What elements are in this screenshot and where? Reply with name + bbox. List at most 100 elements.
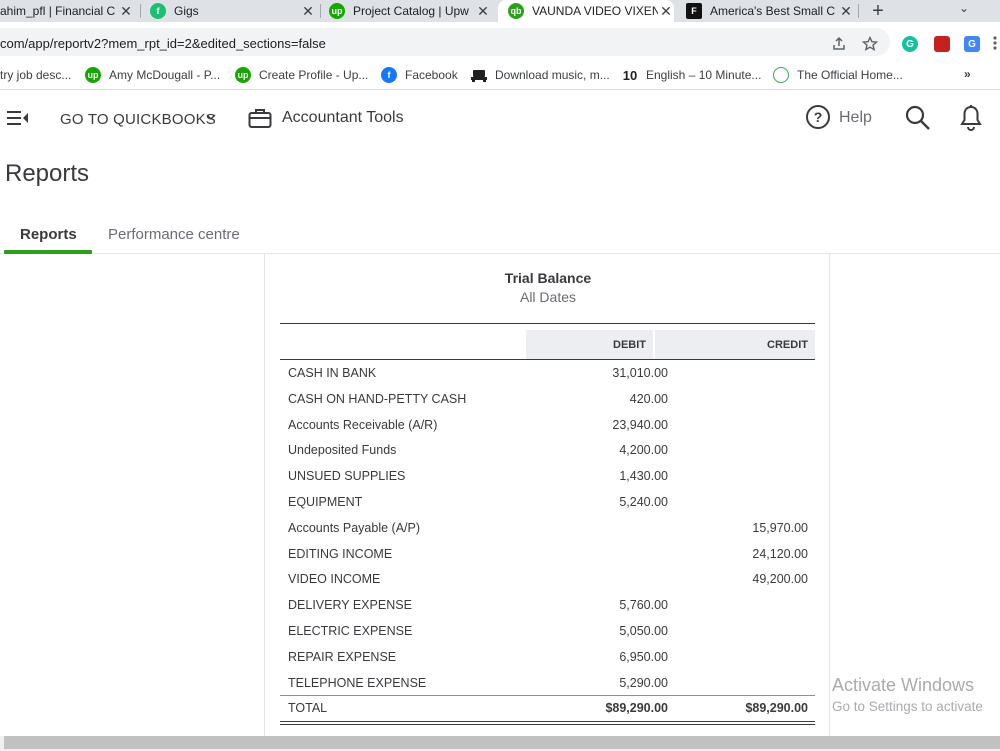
extensions-menu-icon[interactable] bbox=[986, 34, 1000, 52]
new-tab-button[interactable]: + bbox=[866, 0, 890, 22]
bookmark-job-desc[interactable]: try job desc... bbox=[0, 67, 71, 83]
bookmark-label: Download music, m... bbox=[495, 68, 610, 82]
browser-tab-project-catalog[interactable]: up Project Catalog | Upw ✕ bbox=[329, 0, 491, 22]
address-bar-row: com/app/reportv2?mem_rpt_id=2&edited_sec… bbox=[0, 22, 1000, 60]
debit-amount: 5,760.00 bbox=[619, 598, 668, 613]
table-row[interactable]: CASH IN BANK 31,010.00 bbox=[280, 360, 815, 386]
tab-title: VAUNDA VIDEO VIXEN bbox=[532, 4, 658, 18]
account-name[interactable]: CASH IN BANK bbox=[288, 366, 376, 380]
debit-amount: 4,200.00 bbox=[619, 443, 668, 458]
upwork-icon: up bbox=[85, 67, 101, 83]
bookmark-download-music[interactable]: Download music, m... bbox=[471, 67, 610, 83]
chevron-down-icon[interactable] bbox=[206, 109, 216, 125]
tab-divider bbox=[858, 4, 859, 18]
table-row[interactable]: DELIVERY EXPENSE 5,760.00 bbox=[280, 592, 815, 618]
tab-reports[interactable]: Reports bbox=[20, 226, 77, 243]
close-icon[interactable]: ✕ bbox=[475, 3, 491, 20]
account-name[interactable]: REPAIR EXPENSE bbox=[288, 650, 396, 664]
close-icon[interactable]: ✕ bbox=[300, 3, 316, 20]
table-row[interactable]: Accounts Receivable (A/R) 23,940.00 bbox=[280, 412, 815, 438]
close-icon[interactable]: ✕ bbox=[118, 3, 134, 20]
tab-search-icon[interactable]: ⌄ bbox=[955, 0, 973, 16]
table-row[interactable]: VIDEO INCOME 49,200.00 bbox=[280, 566, 815, 592]
tab-performance-centre[interactable]: Performance centre bbox=[108, 226, 240, 243]
briefcase-icon[interactable] bbox=[248, 107, 272, 129]
account-name[interactable]: ELECTRIC EXPENSE bbox=[288, 624, 412, 638]
debit-amount: 420.00 bbox=[629, 391, 668, 406]
table-row[interactable]: UNSUED SUPPLIES 1,430.00 bbox=[280, 463, 815, 489]
bookmark-label: English – 10 Minute... bbox=[646, 68, 762, 82]
forbes-icon: F bbox=[686, 3, 702, 19]
browser-tab-forbes[interactable]: F America's Best Small C ✕ bbox=[686, 0, 854, 22]
extension-red-icon[interactable] bbox=[934, 36, 950, 52]
quickbooks-icon: qb bbox=[508, 3, 524, 19]
google-translate-icon[interactable]: G bbox=[964, 36, 980, 52]
table-row[interactable]: Undeposited Funds 4,200.00 bbox=[280, 437, 815, 463]
account-name[interactable]: Accounts Receivable (A/R) bbox=[288, 418, 437, 432]
help-icon[interactable]: ? bbox=[806, 105, 830, 129]
account-name[interactable]: TELEPHONE EXPENSE bbox=[288, 676, 426, 690]
credit-amount: 15,970.00 bbox=[752, 520, 808, 535]
total-double-underline bbox=[280, 721, 815, 725]
account-name[interactable]: UNSUED SUPPLIES bbox=[288, 469, 405, 483]
share-icon[interactable] bbox=[830, 35, 848, 53]
bookmark-label: Amy McDougall - P... bbox=[109, 68, 221, 82]
help-button[interactable]: Help bbox=[839, 109, 872, 127]
browser-tab-vaunda[interactable]: qb VAUNDA VIDEO VIXEN ✕ bbox=[498, 0, 674, 22]
table-row[interactable]: TELEPHONE EXPENSE 5,290.00 bbox=[280, 670, 815, 696]
tab-divider bbox=[320, 4, 321, 18]
debit-amount: 23,940.00 bbox=[612, 417, 668, 432]
official-home-icon bbox=[773, 67, 789, 83]
hamburger-menu-icon[interactable] bbox=[7, 109, 29, 127]
table-row[interactable]: CASH ON HAND-PETTY CASH 420.00 bbox=[280, 386, 815, 412]
total-debit: $89,290.00 bbox=[605, 701, 668, 715]
account-name[interactable]: DELIVERY EXPENSE bbox=[288, 598, 412, 612]
table-row[interactable]: EQUIPMENT 5,240.00 bbox=[280, 489, 815, 515]
horizontal-scrollbar-thumb[interactable] bbox=[4, 736, 1000, 749]
bookmark-official-home[interactable]: The Official Home... bbox=[773, 67, 903, 83]
table-row[interactable]: ELECTRIC EXPENSE 5,050.00 bbox=[280, 618, 815, 644]
bookmark-amy-mcdougall[interactable]: up Amy McDougall - P... bbox=[85, 67, 220, 83]
bookmark-english-10-minute[interactable]: 10 English – 10 Minute... bbox=[622, 67, 761, 83]
column-header-debit[interactable]: DEBIT bbox=[526, 330, 653, 359]
column-header-credit[interactable]: CREDIT bbox=[655, 330, 815, 359]
bookmark-label: try job desc... bbox=[0, 68, 72, 82]
bookmark-facebook[interactable]: f Facebook bbox=[381, 67, 458, 83]
search-icon[interactable] bbox=[905, 105, 931, 131]
bookmark-star-icon[interactable] bbox=[861, 35, 879, 53]
bookmark-label: Facebook bbox=[405, 68, 458, 82]
reports-tab-bar: Reports Performance centre bbox=[0, 218, 1000, 254]
total-row: TOTAL $89,290.00 $89,290.00 bbox=[280, 696, 815, 720]
bookmark-create-profile[interactable]: up Create Profile - Up... bbox=[235, 67, 368, 83]
debit-amount: 5,240.00 bbox=[619, 495, 668, 509]
browser-tab-gigs[interactable]: f Gigs ✕ bbox=[150, 0, 316, 22]
account-name[interactable]: Undeposited Funds bbox=[288, 443, 396, 457]
account-name[interactable]: VIDEO INCOME bbox=[288, 572, 380, 586]
browser-tab-financial[interactable]: ahim_pfl | Financial C ✕ bbox=[0, 0, 134, 22]
debit-amount: 1,430.00 bbox=[619, 469, 668, 484]
accountant-tools-button[interactable]: Accountant Tools bbox=[282, 109, 404, 127]
report-divider bbox=[280, 323, 815, 324]
table-row[interactable]: EDITING INCOME 24,120.00 bbox=[280, 541, 815, 567]
total-label: TOTAL bbox=[288, 701, 328, 715]
activate-windows-hint: Go to Settings to activate bbox=[832, 699, 983, 714]
bookmarks-overflow-button[interactable]: » bbox=[964, 67, 971, 81]
account-name[interactable]: Accounts Payable (A/P) bbox=[288, 521, 420, 535]
table-row[interactable]: Accounts Payable (A/P) 15,970.00 bbox=[280, 515, 815, 541]
tab-title: ahim_pfl | Financial C bbox=[0, 4, 116, 18]
upwork-icon: up bbox=[235, 67, 251, 83]
grammarly-icon[interactable]: G bbox=[902, 36, 918, 52]
notification-bell-icon[interactable] bbox=[960, 104, 982, 132]
account-name[interactable]: EDITING INCOME bbox=[288, 547, 392, 561]
table-row[interactable]: REPAIR EXPENSE 6,950.00 bbox=[280, 644, 815, 670]
account-name[interactable]: CASH ON HAND-PETTY CASH bbox=[288, 392, 466, 406]
url-text[interactable]: com/app/reportv2?mem_rpt_id=2&edited_sec… bbox=[0, 36, 326, 51]
total-credit: $89,290.00 bbox=[745, 701, 808, 715]
bookmarks-bar: try job desc... up Amy McDougall - P... … bbox=[0, 60, 1000, 90]
credit-amount: 49,200.00 bbox=[752, 572, 808, 587]
account-name[interactable]: EQUIPMENT bbox=[288, 495, 362, 509]
close-icon[interactable]: ✕ bbox=[838, 3, 854, 20]
go-to-quickbooks-menu[interactable]: GO TO QUICKBOOKS bbox=[60, 111, 216, 128]
close-icon[interactable]: ✕ bbox=[658, 3, 674, 20]
ten-minute-icon: 10 bbox=[622, 67, 638, 83]
